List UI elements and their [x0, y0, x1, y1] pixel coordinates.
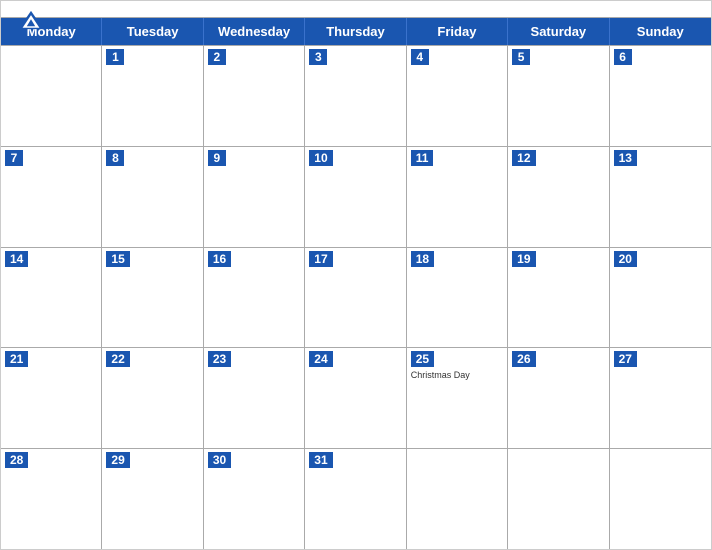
day-cell: 26 [508, 348, 609, 448]
day-cell [508, 449, 609, 549]
day-cell: 8 [102, 147, 203, 247]
day-number: 3 [309, 49, 327, 65]
day-number: 12 [512, 150, 535, 166]
day-cell: 18 [407, 248, 508, 348]
calendar-wrapper: MondayTuesdayWednesdayThursdayFridaySatu… [0, 0, 712, 550]
day-number: 29 [106, 452, 129, 468]
day-cell: 6 [610, 46, 711, 146]
day-cell: 27 [610, 348, 711, 448]
day-number: 25 [411, 351, 434, 367]
day-cell: 1 [102, 46, 203, 146]
day-cell: 9 [204, 147, 305, 247]
week-row-2: 7 8 9 10 11 12 13 [1, 146, 711, 247]
logo-icon [17, 9, 45, 31]
day-number: 18 [411, 251, 434, 267]
day-number: 26 [512, 351, 535, 367]
day-cell: 5 [508, 46, 609, 146]
day-number [614, 462, 632, 464]
day-number [512, 462, 530, 464]
day-number: 19 [512, 251, 535, 267]
day-number: 8 [106, 150, 124, 166]
day-cell [1, 46, 102, 146]
day-number: 24 [309, 351, 332, 367]
day-cell [610, 449, 711, 549]
day-cell: 3 [305, 46, 406, 146]
day-number: 30 [208, 452, 231, 468]
weeks-container: 1234567891011121314151617181920212223242… [1, 45, 711, 549]
day-headers: MondayTuesdayWednesdayThursdayFridaySatu… [1, 18, 711, 45]
day-cell: 19 [508, 248, 609, 348]
day-number: 22 [106, 351, 129, 367]
day-number: 16 [208, 251, 231, 267]
day-cell: 10 [305, 147, 406, 247]
day-cell: 25 Christmas Day [407, 348, 508, 448]
calendar-grid: MondayTuesdayWednesdayThursdayFridaySatu… [1, 17, 711, 549]
day-number: 13 [614, 150, 637, 166]
day-header-wednesday: Wednesday [204, 18, 305, 45]
day-cell: 2 [204, 46, 305, 146]
week-row-4: 21 22 23 24 25 Christmas Day 26 27 [1, 347, 711, 448]
day-number: 7 [5, 150, 23, 166]
day-number: 23 [208, 351, 231, 367]
day-cell [407, 449, 508, 549]
day-cell: 24 [305, 348, 406, 448]
day-cell: 12 [508, 147, 609, 247]
day-cell: 11 [407, 147, 508, 247]
day-number: 21 [5, 351, 28, 367]
day-cell: 15 [102, 248, 203, 348]
day-number: 2 [208, 49, 226, 65]
day-cell: 21 [1, 348, 102, 448]
day-number: 27 [614, 351, 637, 367]
day-number: 14 [5, 251, 28, 267]
day-cell: 17 [305, 248, 406, 348]
day-number: 10 [309, 150, 332, 166]
day-cell: 30 [204, 449, 305, 549]
day-number: 5 [512, 49, 530, 65]
day-header-thursday: Thursday [305, 18, 406, 45]
day-number: 17 [309, 251, 332, 267]
day-cell: 28 [1, 449, 102, 549]
day-cell: 16 [204, 248, 305, 348]
day-number: 4 [411, 49, 429, 65]
day-cell: 4 [407, 46, 508, 146]
day-cell: 29 [102, 449, 203, 549]
week-row-5: 28 29 30 31 [1, 448, 711, 549]
day-cell: 23 [204, 348, 305, 448]
day-cell: 7 [1, 147, 102, 247]
week-row-3: 14 15 16 17 18 19 20 [1, 247, 711, 348]
day-header-saturday: Saturday [508, 18, 609, 45]
day-number [411, 462, 429, 464]
day-number: 15 [106, 251, 129, 267]
day-number: 28 [5, 452, 28, 468]
day-header-friday: Friday [407, 18, 508, 45]
week-row-1: 1 2 3 4 5 6 [1, 45, 711, 146]
day-number [5, 59, 23, 61]
day-number: 11 [411, 150, 434, 166]
day-number: 31 [309, 452, 332, 468]
day-header-sunday: Sunday [610, 18, 711, 45]
day-number: 6 [614, 49, 632, 65]
day-number: 9 [208, 150, 226, 166]
day-cell: 13 [610, 147, 711, 247]
day-cell: 14 [1, 248, 102, 348]
logo-area [17, 9, 45, 32]
day-header-tuesday: Tuesday [102, 18, 203, 45]
day-cell: 22 [102, 348, 203, 448]
holiday-label: Christmas Day [411, 370, 503, 381]
calendar-header [1, 1, 711, 17]
day-cell: 20 [610, 248, 711, 348]
day-number: 1 [106, 49, 124, 65]
day-cell: 31 [305, 449, 406, 549]
day-number: 20 [614, 251, 637, 267]
